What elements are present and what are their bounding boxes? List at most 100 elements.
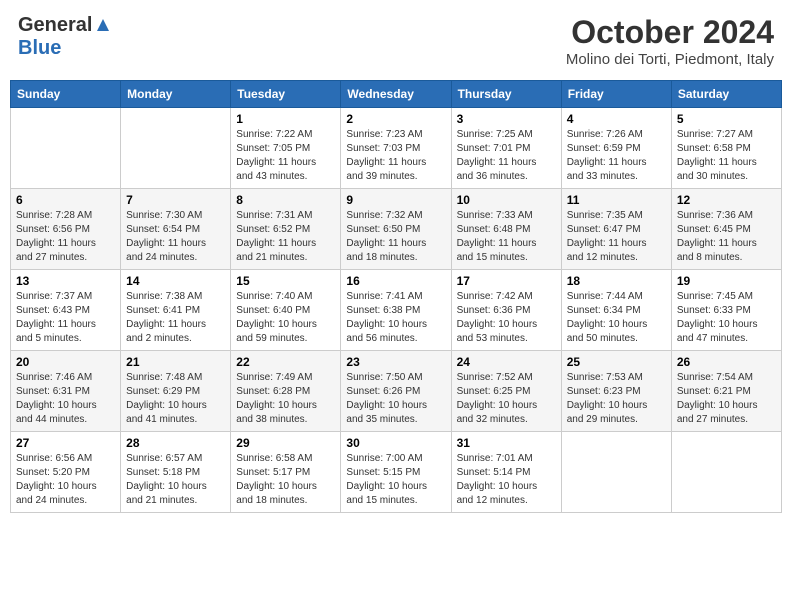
day-info: Sunrise: 7:01 AMSunset: 5:14 PMDaylight:… [457, 452, 556, 508]
calendar-cell: 17 Sunrise: 7:42 AMSunset: 6:36 PMDayligh… [451, 270, 561, 351]
day-number: 7 [126, 193, 225, 207]
calendar-cell: 13Sunrise: 7:37 AMSunset: 6:43 PMDayligh… [11, 270, 121, 351]
calendar-cell: 14 Sunrise: 7:38 AMSunset: 6:41 PMDayligh… [121, 270, 231, 351]
calendar-cell: 15 Sunrise: 7:40 AMSunset: 6:40 PMDayligh… [231, 270, 341, 351]
day-info: Sunrise: 7:53 AMSunset: 6:23 PMDaylight:… [567, 371, 666, 427]
calendar-cell: 28Sunrise: 6:57 AMSunset: 5:18 PMDayligh… [121, 432, 231, 513]
day-number: 9 [346, 193, 445, 207]
day-number: 6 [16, 193, 115, 207]
calendar-cell: 22Sunrise: 7:49 AMSunset: 6:28 PMDayligh… [231, 351, 341, 432]
day-info: Sunrise: 7:00 AMSunset: 5:15 PMDaylight:… [346, 452, 445, 508]
calendar-cell: 1 Sunrise: 7:22 AMSunset: 7:05 PMDaylight… [231, 108, 341, 189]
location-title: Molino dei Torti, Piedmont, Italy [566, 51, 774, 68]
day-number: 27 [16, 436, 115, 450]
logo-icon [93, 15, 113, 35]
day-of-week-header: Monday [121, 81, 231, 108]
day-number: 25 [567, 355, 666, 369]
calendar-cell: 29 Sunrise: 6:58 AMSunset: 5:17 PMDayligh… [231, 432, 341, 513]
calendar-cell: 18Sunrise: 7:44 AMSunset: 6:34 PMDayligh… [561, 270, 671, 351]
calendar-cell [11, 108, 121, 189]
calendar-cell: 23 Sunrise: 7:50 AMSunset: 6:26 PMDayligh… [341, 351, 451, 432]
day-info: Sunrise: 7:33 AMSunset: 6:48 PMDaylight:… [457, 209, 556, 265]
day-of-week-header: Tuesday [231, 81, 341, 108]
day-number: 8 [236, 193, 335, 207]
calendar-cell: 2 Sunrise: 7:23 AMSunset: 7:03 PMDaylight… [341, 108, 451, 189]
day-info: Sunrise: 7:45 AMSunset: 6:33 PMDaylight:… [677, 290, 776, 346]
day-info: Sunrise: 6:56 AMSunset: 5:20 PMDaylight:… [16, 452, 115, 508]
day-number: 20 [16, 355, 115, 369]
calendar-week-row: 1 Sunrise: 7:22 AMSunset: 7:05 PMDaylight… [11, 108, 782, 189]
day-number: 4 [567, 112, 666, 126]
day-info: Sunrise: 7:32 AMSunset: 6:50 PMDaylight:… [346, 209, 445, 265]
calendar-cell: 26Sunrise: 7:54 AMSunset: 6:21 PMDayligh… [671, 351, 781, 432]
day-info: Sunrise: 7:22 AMSunset: 7:05 PMDaylight:… [236, 128, 335, 184]
calendar-cell: 5 Sunrise: 7:27 AMSunset: 6:58 PMDaylight… [671, 108, 781, 189]
day-number: 23 [346, 355, 445, 369]
day-info: Sunrise: 7:36 AMSunset: 6:45 PMDaylight:… [677, 209, 776, 265]
calendar-cell [671, 432, 781, 513]
day-number: 31 [457, 436, 556, 450]
day-info: Sunrise: 7:35 AMSunset: 6:47 PMDaylight:… [567, 209, 666, 265]
day-of-week-header: Saturday [671, 81, 781, 108]
day-info: Sunrise: 7:46 AMSunset: 6:31 PMDaylight:… [16, 371, 115, 427]
logo: General Blue [18, 14, 113, 60]
calendar-table: SundayMondayTuesdayWednesdayThursdayFrid… [10, 80, 782, 513]
calendar-cell: 10 Sunrise: 7:33 AMSunset: 6:48 PMDayligh… [451, 189, 561, 270]
day-number: 17 [457, 274, 556, 288]
month-title: October 2024 [566, 14, 774, 51]
calendar-cell: 11 Sunrise: 7:35 AMSunset: 6:47 PMDayligh… [561, 189, 671, 270]
calendar-cell: 16 Sunrise: 7:41 AMSunset: 6:38 PMDayligh… [341, 270, 451, 351]
day-info: Sunrise: 7:23 AMSunset: 7:03 PMDaylight:… [346, 128, 445, 184]
day-of-week-header: Wednesday [341, 81, 451, 108]
calendar-header-row: SundayMondayTuesdayWednesdayThursdayFrid… [11, 81, 782, 108]
day-number: 29 [236, 436, 335, 450]
day-info: Sunrise: 7:27 AMSunset: 6:58 PMDaylight:… [677, 128, 776, 184]
day-info: Sunrise: 7:28 AMSunset: 6:56 PMDaylight:… [16, 209, 115, 265]
day-of-week-header: Thursday [451, 81, 561, 108]
calendar-week-row: 20 Sunrise: 7:46 AMSunset: 6:31 PMDayligh… [11, 351, 782, 432]
calendar-cell: 19 Sunrise: 7:45 AMSunset: 6:33 PMDayligh… [671, 270, 781, 351]
calendar-cell: 30Sunrise: 7:00 AMSunset: 5:15 PMDayligh… [341, 432, 451, 513]
day-info: Sunrise: 7:31 AMSunset: 6:52 PMDaylight:… [236, 209, 335, 265]
calendar-week-row: 13Sunrise: 7:37 AMSunset: 6:43 PMDayligh… [11, 270, 782, 351]
page-header: General Blue October 2024 Molino dei Tor… [10, 10, 782, 72]
calendar-cell [121, 108, 231, 189]
day-info: Sunrise: 7:50 AMSunset: 6:26 PMDaylight:… [346, 371, 445, 427]
calendar-cell: 6 Sunrise: 7:28 AMSunset: 6:56 PMDaylight… [11, 189, 121, 270]
day-info: Sunrise: 7:38 AMSunset: 6:41 PMDaylight:… [126, 290, 225, 346]
day-number: 2 [346, 112, 445, 126]
day-number: 14 [126, 274, 225, 288]
calendar-cell: 12 Sunrise: 7:36 AMSunset: 6:45 PMDayligh… [671, 189, 781, 270]
day-number: 5 [677, 112, 776, 126]
day-info: Sunrise: 7:44 AMSunset: 6:34 PMDaylight:… [567, 290, 666, 346]
calendar-cell: 31 Sunrise: 7:01 AMSunset: 5:14 PMDayligh… [451, 432, 561, 513]
day-of-week-header: Friday [561, 81, 671, 108]
day-number: 1 [236, 112, 335, 126]
day-info: Sunrise: 7:25 AMSunset: 7:01 PMDaylight:… [457, 128, 556, 184]
title-area: October 2024 Molino dei Torti, Piedmont,… [566, 14, 774, 68]
calendar-cell: 20 Sunrise: 7:46 AMSunset: 6:31 PMDayligh… [11, 351, 121, 432]
day-number: 15 [236, 274, 335, 288]
calendar-cell: 8 Sunrise: 7:31 AMSunset: 6:52 PMDaylight… [231, 189, 341, 270]
day-number: 16 [346, 274, 445, 288]
day-number: 19 [677, 274, 776, 288]
day-info: Sunrise: 7:41 AMSunset: 6:38 PMDaylight:… [346, 290, 445, 346]
day-info: Sunrise: 7:40 AMSunset: 6:40 PMDaylight:… [236, 290, 335, 346]
day-info: Sunrise: 7:54 AMSunset: 6:21 PMDaylight:… [677, 371, 776, 427]
calendar-week-row: 27 Sunrise: 6:56 AMSunset: 5:20 PMDayligh… [11, 432, 782, 513]
day-number: 12 [677, 193, 776, 207]
calendar-cell: 3Sunrise: 7:25 AMSunset: 7:01 PMDaylight… [451, 108, 561, 189]
day-number: 24 [457, 355, 556, 369]
calendar-cell: 27 Sunrise: 6:56 AMSunset: 5:20 PMDayligh… [11, 432, 121, 513]
day-of-week-header: Sunday [11, 81, 121, 108]
day-number: 11 [567, 193, 666, 207]
day-number: 10 [457, 193, 556, 207]
calendar-cell: 9 Sunrise: 7:32 AMSunset: 6:50 PMDaylight… [341, 189, 451, 270]
calendar-cell: 7Sunrise: 7:30 AMSunset: 6:54 PMDaylight… [121, 189, 231, 270]
logo-general-text: General [18, 14, 92, 37]
day-number: 28 [126, 436, 225, 450]
day-info: Sunrise: 7:42 AMSunset: 6:36 PMDaylight:… [457, 290, 556, 346]
day-number: 21 [126, 355, 225, 369]
day-info: Sunrise: 6:58 AMSunset: 5:17 PMDaylight:… [236, 452, 335, 508]
day-number: 13 [16, 274, 115, 288]
